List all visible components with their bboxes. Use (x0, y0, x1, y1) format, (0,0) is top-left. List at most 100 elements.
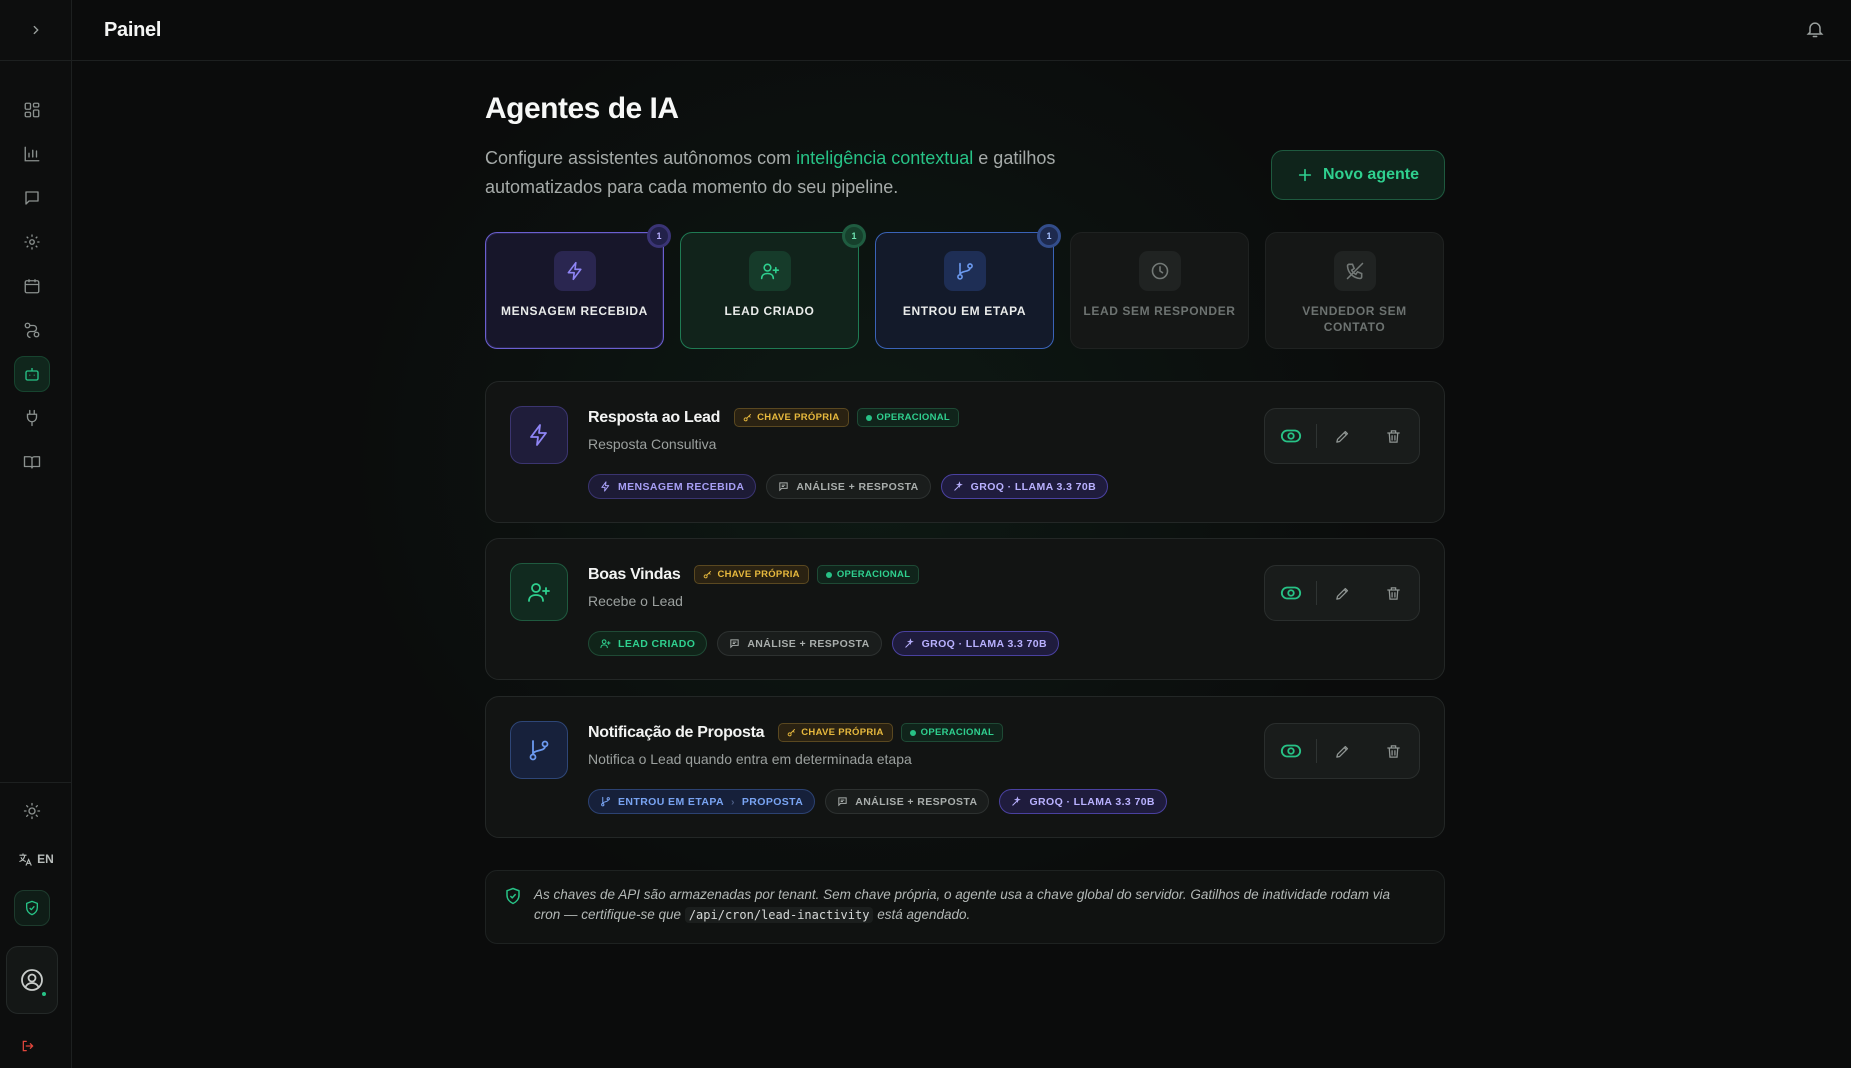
sidebar-item-settings[interactable] (14, 224, 50, 260)
phone-off-icon (1346, 262, 1363, 280)
trigger-icon (748, 251, 791, 291)
sidebar-item-integrations[interactable] (14, 400, 50, 436)
toggle-button[interactable] (1265, 408, 1316, 464)
own-key-badge: CHAVE PRÓPRIA (694, 565, 809, 584)
delete-button[interactable] (1368, 408, 1419, 464)
admin-shield-button[interactable] (14, 890, 50, 926)
bar-chart-icon (24, 146, 40, 162)
own-key-label: CHAVE PRÓPRIA (757, 412, 840, 423)
action-tag-label: ANÁLISE + RESPOSTA (747, 637, 870, 650)
status-badge: OPERACIONAL (856, 408, 960, 427)
agent-title-row: Boas Vindas CHAVE PRÓPRIA OPERACIONAL (588, 565, 920, 584)
git-branch-icon (601, 796, 610, 807)
agent-name: Resposta ao Lead (588, 408, 721, 426)
edit-button[interactable] (1317, 723, 1368, 779)
sidebar-item-docs[interactable] (14, 444, 50, 480)
git-branch-icon (956, 262, 973, 280)
sidebar-toggle[interactable] (0, 0, 72, 61)
status-label: OPERACIONAL (836, 569, 911, 580)
edit-button[interactable] (1317, 565, 1368, 621)
message-text-icon (838, 797, 847, 807)
trigger-label: ENTROU EM ETAPA (902, 304, 1027, 318)
sidebar-item-agents[interactable] (14, 356, 50, 392)
trigger-lead-no-reply[interactable]: LEAD SEM RESPONDER (1070, 232, 1249, 349)
message-icon (25, 191, 39, 205)
notice-text-end: está agendado. (873, 907, 971, 922)
toggle-button[interactable] (1265, 723, 1316, 779)
model-tag: GROQ · LLAMA 3.3 70B (891, 631, 1060, 656)
new-agent-button[interactable]: Novo agente (1271, 150, 1445, 200)
agent-icon (510, 563, 568, 621)
pencil-icon (1336, 745, 1349, 758)
sidebar-item-pipeline[interactable] (14, 312, 50, 348)
stage-separator: › (730, 795, 735, 808)
trigger-message-received[interactable]: MENSAGEM RECEBIDA 1 (485, 224, 671, 349)
bell-icon (1806, 22, 1824, 38)
agent-name: Boas Vindas (588, 565, 681, 583)
trigger-icon (1333, 251, 1376, 291)
model-tag: GROQ · LLAMA 3.3 70B (999, 789, 1167, 814)
route-icon (24, 322, 40, 339)
agent-tags: LEAD CRIADO ANÁLISE + RESPOSTA GROQ · LL… (588, 631, 1060, 656)
trigger-label: MENSAGEM RECEBIDA (501, 304, 648, 318)
toggle-button[interactable] (1265, 565, 1316, 621)
toggle-on-icon (1280, 744, 1301, 758)
model-tag: GROQ · LLAMA 3.3 70B (940, 474, 1109, 499)
trigger-tag: LEAD CRIADO (588, 631, 708, 656)
trash-icon (1387, 429, 1400, 443)
delete-button[interactable] (1368, 723, 1419, 779)
delete-button[interactable] (1368, 565, 1419, 621)
action-tag-label: ANÁLISE + RESPOSTA (796, 480, 919, 493)
sidebar-item-dashboard[interactable] (14, 92, 50, 128)
page-description: Configure assistentes autônomos com inte… (485, 144, 1085, 202)
theme-toggle[interactable] (14, 793, 50, 829)
trigger-lead-created[interactable]: LEAD CRIADO 1 (680, 224, 866, 349)
desc-highlight: inteligência contextual (796, 148, 974, 168)
model-tag-label: GROQ · LLAMA 3.3 70B (921, 637, 1048, 650)
trigger-count-badge: 1 (1037, 224, 1061, 248)
own-key-label: CHAVE PRÓPRIA (801, 727, 884, 738)
key-icon (787, 729, 796, 737)
trigger-icon (1138, 251, 1181, 291)
status-label: OPERACIONAL (920, 727, 995, 738)
shield-check-icon (506, 887, 520, 905)
agent-description: Resposta Consultiva (588, 436, 717, 452)
key-icon (743, 414, 752, 422)
language-switch[interactable]: EN (10, 848, 62, 870)
trigger-count-badge: 1 (842, 224, 866, 248)
notifications-button[interactable] (1805, 19, 1825, 44)
key-icon (704, 571, 712, 579)
agent-card[interactable]: Resposta ao Lead CHAVE PRÓPRIA OPERACION… (485, 381, 1445, 523)
user-avatar[interactable] (6, 946, 58, 1014)
user-plus-icon (760, 263, 779, 280)
sidebar-item-messages[interactable] (14, 180, 50, 216)
desc-text: Configure assistentes autônomos com (485, 148, 797, 168)
agent-name: Notificação de Proposta (588, 723, 765, 741)
api-key-notice: As chaves de API são armazenadas por ten… (485, 870, 1445, 944)
edit-button[interactable] (1317, 408, 1368, 464)
toggle-on-icon (1280, 586, 1301, 600)
sidebar-divider (0, 782, 72, 783)
agent-card[interactable]: Notificação de Proposta CHAVE PRÓPRIA OP… (485, 696, 1445, 838)
status-badge: OPERACIONAL (816, 565, 920, 584)
trigger-tag-label: ENTROU EM ETAPA (618, 795, 724, 808)
action-tag: ANÁLISE + RESPOSTA (766, 474, 931, 499)
trigger-label: LEAD CRIADO (724, 304, 815, 318)
agent-card[interactable]: Boas Vindas CHAVE PRÓPRIA OPERACIONAL Re… (485, 538, 1445, 680)
sparkle-icon (953, 481, 963, 491)
lightning-icon (530, 424, 547, 446)
trash-icon (1387, 586, 1400, 600)
trigger-icon (943, 251, 986, 291)
agent-icon (510, 721, 568, 779)
logout-button[interactable] (18, 1036, 38, 1056)
sun-icon (23, 802, 41, 820)
sidebar-item-reports[interactable] (14, 136, 50, 172)
sidebar-item-calendar[interactable] (14, 268, 50, 304)
sparkle-icon (1012, 796, 1022, 806)
trash-icon (1387, 744, 1400, 758)
trigger-seller-no-contact[interactable]: VENDEDOR SEM CONTATO (1265, 232, 1444, 349)
trigger-entered-stage[interactable]: ENTROU EM ETAPA 1 (875, 224, 1061, 349)
agent-title-row: Notificação de Proposta CHAVE PRÓPRIA OP… (588, 723, 1004, 742)
main-content: Agentes de IA Configure assistentes autô… (485, 92, 1445, 944)
action-tag: ANÁLISE + RESPOSTA (717, 631, 882, 656)
